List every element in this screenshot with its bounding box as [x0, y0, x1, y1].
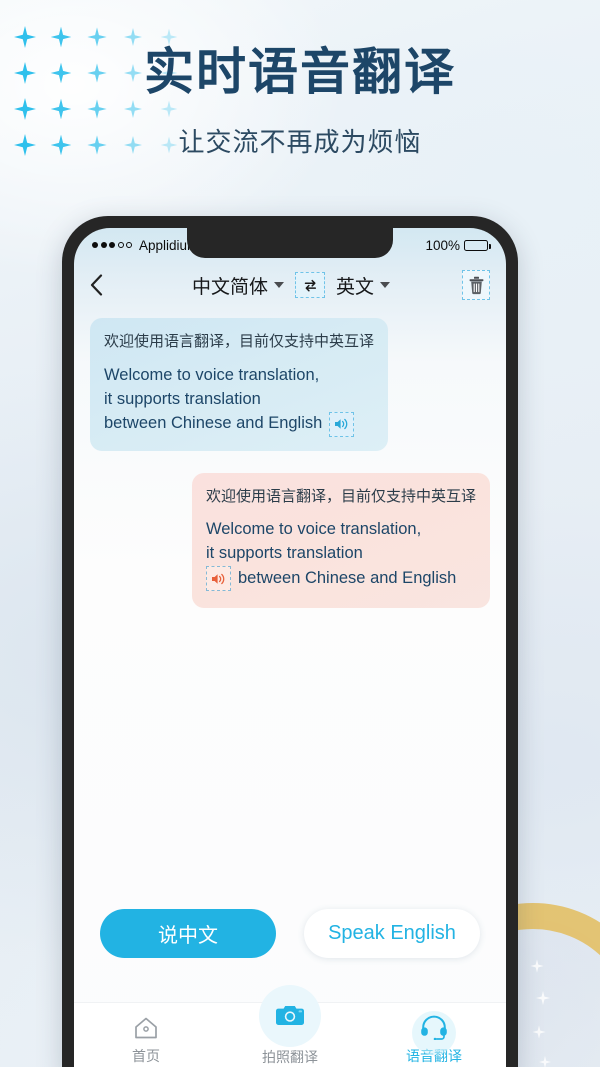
hero-section: 实时语音翻译 让交流不再成为烦恼	[0, 0, 600, 159]
source-language-dropdown[interactable]: 中文简体	[192, 272, 284, 299]
target-language-dropdown[interactable]: 英文	[336, 272, 391, 299]
swap-arrows-icon	[304, 279, 316, 291]
chevron-down-icon	[380, 282, 391, 288]
translated-line-3: between Chinese and English	[104, 414, 323, 433]
phone-mockup-frame: Applidium 11:27 AM 100%	[62, 216, 518, 1067]
translated-line-3: between Chinese and English	[237, 568, 457, 587]
translated-line-1: Welcome to voice translation,	[205, 520, 422, 539]
message-bubble-source[interactable]: 欢迎使用语言翻译，目前仅支持中英互译 Welcome to voice tran…	[90, 318, 389, 451]
bottom-tab-bar: 首页 拍照翻译 语音翻译	[74, 985, 506, 1067]
phone-notch	[187, 228, 393, 258]
camera-icon	[259, 985, 321, 1047]
headset-icon	[420, 1014, 448, 1040]
sparkle-icon	[532, 1025, 545, 1038]
status-bar-right: 100%	[425, 237, 491, 253]
message-translated-text: Welcome to voice translation, it support…	[104, 364, 374, 437]
swap-languages-button[interactable]	[295, 272, 325, 298]
speak-button-row: 说中文 Speak English	[74, 909, 506, 958]
translated-line-2: it supports translation	[205, 544, 363, 563]
translated-line-2: it supports translation	[104, 389, 261, 408]
target-language-label: 英文	[336, 276, 375, 298]
tab-photo-translate-label: 拍照翻译	[262, 1048, 318, 1065]
language-selector-group: 中文简体 英文	[120, 272, 462, 299]
app-nav-bar: 中文简体 英文	[74, 262, 506, 308]
page-subtitle: 让交流不再成为烦恼	[178, 127, 422, 157]
back-button[interactable]	[90, 274, 120, 296]
tab-photo-translate[interactable]: 拍照翻译	[218, 985, 362, 1067]
translated-line-3-row: between Chinese and English	[205, 566, 457, 592]
message-source-text: 欢迎使用语言翻译，目前仅支持中英互译	[104, 333, 375, 350]
source-language-label: 中文简体	[191, 276, 268, 298]
speaker-wave-icon[interactable]	[205, 566, 231, 592]
message-source-text: 欢迎使用语言翻译，目前仅支持中英互译	[205, 487, 476, 505]
translated-line-1: Welcome to voice translation,	[104, 365, 320, 384]
page-title: 实时语音翻译	[144, 44, 456, 100]
phone-screen: Applidium 11:27 AM 100%	[74, 228, 506, 1067]
chevron-left-icon	[90, 274, 103, 296]
translated-line-3-row: between Chinese and English	[104, 411, 355, 437]
clear-history-button[interactable]	[462, 270, 490, 300]
message-bubble-translation[interactable]: 欢迎使用语言翻译，目前仅支持中英互译 Welcome to voice tran…	[191, 472, 490, 608]
tab-home-label: 首页	[132, 1047, 160, 1064]
tab-voice-translate[interactable]: 语音翻译	[362, 1003, 506, 1067]
speak-chinese-button[interactable]: 说中文	[100, 909, 276, 958]
home-icon	[133, 1014, 159, 1040]
trash-bin-icon	[469, 276, 483, 294]
battery-percent-label: 100%	[425, 237, 460, 253]
sparkle-icon	[539, 1056, 551, 1067]
speak-english-button[interactable]: Speak English	[304, 909, 480, 958]
conversation-list: 欢迎使用语言翻译，目前仅支持中英互译 Welcome to voice tran…	[74, 308, 506, 608]
message-translated-text: Welcome to voice translation, it support…	[205, 518, 476, 593]
speaker-wave-icon[interactable]	[329, 411, 355, 437]
battery-full-icon	[464, 239, 491, 251]
sparkle-icon	[536, 991, 550, 1005]
tab-home[interactable]: 首页	[74, 1003, 218, 1067]
sparkle-icon	[530, 959, 543, 972]
chevron-down-icon	[274, 282, 284, 288]
